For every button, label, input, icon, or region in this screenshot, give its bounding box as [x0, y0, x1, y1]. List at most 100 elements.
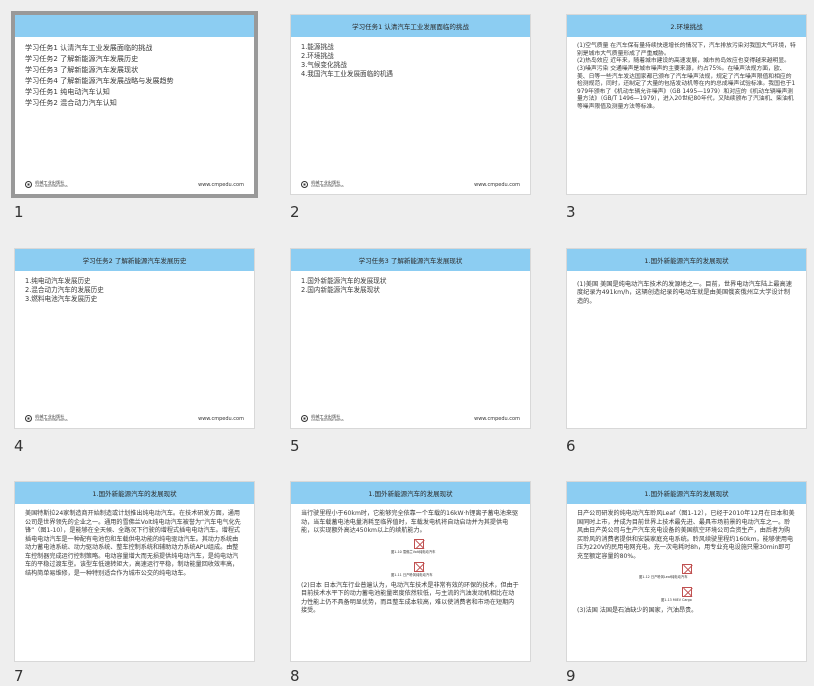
publisher-url: www.cmpedu.com — [474, 182, 520, 188]
figure-caption: 图1-11 日产聆风纯电动汽车 — [391, 572, 433, 577]
slide-8[interactable]: 1.国外新能源汽车的发展现状 当行驶里程小于60km时，它能够完全依靠一个车载的… — [290, 481, 531, 662]
figure-group: 图1-13 MIEV Cargo — [577, 587, 796, 605]
publisher-logo-icon — [301, 181, 308, 188]
slide-title: 学习任务1 认清汽车工业发展面临的挑战 — [352, 23, 469, 31]
figure-caption: 图1-12 日产聆风Leaf纯电动汽车 — [639, 575, 688, 580]
list-item: 2.混合动力汽车的发展历史 — [25, 285, 104, 294]
figure-caption: 图1-10 雪佛兰Volt纯电动汽车 — [391, 549, 436, 554]
list-item: 1.国外新能源汽车的发展现状 — [301, 277, 387, 285]
paragraph: (3)噪声污染 交通噪声是城市噪声的主要来源，约占75%。在噪声法规方面，欧、美… — [577, 65, 796, 111]
paragraph: 日产公司研发的纯电动汽车聆风Leaf（图1-12），已经于2010年12月在日本… — [577, 510, 795, 560]
slide-7[interactable]: 1.国外新能源汽车的发展现状 美国特斯拉24家制造商开始制造或计划推出纯电动汽车… — [14, 481, 255, 662]
slide-body: 美国特斯拉24家制造商开始制造或计划推出纯电动汽车。在技术研发方面，通用公司是世… — [15, 504, 254, 584]
list-item: 4.我国汽车工业发展面临的机遇 — [301, 69, 394, 78]
slide-title: 学习任务3 了解新能源汽车发展现状 — [358, 257, 463, 265]
slide-thumbnail-8[interactable]: 1.国外新能源汽车的发展现状 当行驶里程小于60km时，它能够完全依靠一个车载的… — [290, 481, 531, 685]
publisher-logo-icon — [301, 415, 308, 422]
slide-title: 2.环境挑战 — [670, 23, 703, 31]
slide-title: 学习任务2 了解新能源汽车发展历史 — [82, 257, 187, 265]
slide-body: (1)空气质量 在汽车保有量持续快速增长的情况下，汽车排放污染对我国大气环境，特… — [567, 37, 806, 118]
slide-thumbnail-3[interactable]: 2.环境挑战 (1)空气质量 在汽车保有量持续快速增长的情况下，汽车排放污染对我… — [566, 14, 807, 221]
slide-body: 学习任务1 认清汽车工业发展面临的挑战 学习任务2 了解新能源汽车发展历史 学习… — [15, 37, 254, 115]
publisher-logo-icon — [25, 415, 32, 422]
slide-5[interactable]: 学习任务3 了解新能源汽车发展现状 1.国外新能源汽车的发展现状 2.国内新能源… — [290, 248, 531, 429]
slide-thumbnail-1[interactable]: 学习任务1 认清汽车工业发展面临的挑战 学习任务2 了解新能源汽车发展历史 学习… — [11, 11, 258, 221]
figure-caption: 图1-13 MIEV Cargo — [661, 598, 692, 603]
slide-header: 1.国外新能源汽车的发展现状 — [15, 482, 254, 504]
slide-1[interactable]: 学习任务1 认清汽车工业发展面临的挑战 学习任务2 了解新能源汽车发展历史 学习… — [11, 11, 258, 198]
publisher-name-en: CHINA MACHINE PRESS — [35, 184, 68, 189]
slide-number: 9 — [566, 667, 576, 685]
figure-group: 图1-12 日产聆风Leaf纯电动汽车 — [577, 564, 796, 584]
slide-title: 1.国外新能源汽车的发展现状 — [368, 490, 453, 498]
slide-thumbnail-4[interactable]: 学习任务2 了解新能源汽车发展历史 1.纯电动汽车发展历史 2.混合动力汽车的发… — [14, 248, 255, 455]
slide-body: 日产公司研发的纯电动汽车聆风Leaf（图1-12），已经于2010年12月在日本… — [567, 504, 806, 622]
slide-number: 8 — [290, 667, 300, 685]
slide-header: 1.国外新能源汽车的发展现状 — [567, 482, 806, 504]
list-item: 2.环境挑战 — [301, 51, 334, 60]
slide-body: 1.国外新能源汽车的发展现状 2.国内新能源汽车发展现状 — [291, 271, 530, 301]
slide-number: 2 — [290, 203, 300, 221]
toc-item: 学习任务4 了解新能源汽车发展战略与发展趋势 — [25, 75, 174, 85]
slide-thumbnail-2[interactable]: 学习任务1 认清汽车工业发展面临的挑战 1.能源挑战 2.环境挑战 3.气候变化… — [290, 14, 531, 221]
slide-header: 1.国外新能源汽车的发展现状 — [567, 249, 806, 271]
slide-body: 1.能源挑战 2.环境挑战 3.气候变化挑战 4.我国汽车工业发展面临的机遇 — [291, 37, 530, 85]
list-item: 1.能源挑战 — [301, 43, 334, 51]
paragraph: (3)法国 法国是石油缺少的国家，汽油昂贵。 — [577, 607, 698, 615]
slide-header: 1.国外新能源汽车的发展现状 — [291, 482, 530, 504]
slide-header: 2.环境挑战 — [567, 15, 806, 37]
toc-item: 学习任务2 混合动力汽车认知 — [25, 97, 117, 107]
slide-title: 1.国外新能源汽车的发展现状 — [644, 257, 729, 265]
publisher-name-en: CHINA MACHINE PRESS — [311, 184, 344, 189]
slide-number: 3 — [566, 203, 576, 221]
slide-header: 学习任务3 了解新能源汽车发展现状 — [291, 249, 530, 271]
slide-number: 4 — [14, 437, 24, 455]
slide-header — [15, 15, 254, 37]
publisher-url: www.cmpedu.com — [198, 416, 244, 422]
image-placeholder-icon — [682, 587, 692, 598]
publisher-name-en: CHINA MACHINE PRESS — [35, 418, 68, 423]
slide-thumbnail-6[interactable]: 1.国外新能源汽车的发展现状 (1)美国 美国是纯电动汽车技术的发源地之一。目前… — [566, 248, 807, 455]
slide-number: 7 — [14, 667, 24, 685]
paragraph: (1)空气质量 在汽车保有量持续快速增长的情况下，汽车排放污染对我国大气环境，特… — [577, 43, 796, 57]
slide-header: 学习任务2 了解新能源汽车发展历史 — [15, 249, 254, 271]
figure-group: 图1-11 日产聆风纯电动汽车 — [301, 561, 520, 580]
paragraph: (2)热岛效应 近年来，随着城市建设的高速发展，城市热岛效应也变得越来越明显。 — [577, 58, 790, 65]
slide-number: 5 — [290, 437, 300, 455]
publisher-name-en: CHINA MACHINE PRESS — [311, 418, 344, 423]
list-item: 1.纯电动汽车发展历史 — [25, 277, 91, 285]
publisher-logo-icon — [25, 181, 32, 188]
figure-group: 图1-10 雪佛兰Volt纯电动汽车 — [301, 538, 520, 559]
publisher-url: www.cmpedu.com — [474, 416, 520, 422]
publisher-url: www.cmpedu.com — [198, 182, 244, 188]
slide-thumbnail-9[interactable]: 1.国外新能源汽车的发展现状 日产公司研发的纯电动汽车聆风Leaf（图1-12）… — [566, 481, 807, 685]
image-placeholder-icon — [682, 564, 692, 575]
toc-item: 学习任务1 纯电动汽车认知 — [25, 86, 110, 96]
slide-footer: 机械工业出版社 CHINA MACHINE PRESS www.cmpedu.co… — [15, 413, 254, 422]
image-placeholder-icon — [414, 561, 424, 572]
slide-4[interactable]: 学习任务2 了解新能源汽车发展历史 1.纯电动汽车发展历史 2.混合动力汽车的发… — [14, 248, 255, 429]
toc-item: 学习任务2 了解新能源汽车发展历史 — [25, 53, 139, 63]
slide-footer: 机械工业出版社 CHINA MACHINE PRESS www.cmpedu.co… — [291, 179, 530, 188]
slide-thumbnail-5[interactable]: 学习任务3 了解新能源汽车发展现状 1.国外新能源汽车的发展现状 2.国内新能源… — [290, 248, 531, 455]
list-item: 3.燃料电池汽车发展历史 — [25, 294, 98, 303]
publisher-logo: 机械工业出版社 CHINA MACHINE PRESS — [25, 180, 68, 189]
slide-thumbnail-7[interactable]: 1.国外新能源汽车的发展现状 美国特斯拉24家制造商开始制造或计划推出纯电动汽车… — [14, 481, 255, 685]
publisher-logo: 机械工业出版社 CHINA MACHINE PRESS — [301, 414, 344, 423]
image-placeholder-icon — [414, 538, 424, 549]
paragraph: 美国特斯拉24家制造商开始制造或计划推出纯电动汽车。在技术研发方面，通用公司是世… — [25, 510, 241, 577]
slide-header: 学习任务1 认清汽车工业发展面临的挑战 — [291, 15, 530, 37]
toc-item: 学习任务3 了解新能源汽车发展现状 — [25, 64, 139, 74]
publisher-logo: 机械工业出版社 CHINA MACHINE PRESS — [301, 180, 344, 189]
slide-title: 1.国外新能源汽车的发展现状 — [644, 490, 729, 498]
slide-9[interactable]: 1.国外新能源汽车的发展现状 日产公司研发的纯电动汽车聆风Leaf（图1-12）… — [566, 481, 807, 662]
list-item: 3.气候变化挑战 — [301, 60, 347, 69]
slide-body: 1.纯电动汽车发展历史 2.混合动力汽车的发展历史 3.燃料电池汽车发展历史 — [15, 271, 254, 310]
slide-2[interactable]: 学习任务1 认清汽车工业发展面临的挑战 1.能源挑战 2.环境挑战 3.气候变化… — [290, 14, 531, 195]
slide-3[interactable]: 2.环境挑战 (1)空气质量 在汽车保有量持续快速增长的情况下，汽车排放污染对我… — [566, 14, 807, 195]
paragraph: (2)日本 日本汽车行业普遍认为，电动汽车技术是非常有效的环保的技术，但由于目前… — [301, 581, 519, 615]
publisher-logo: 机械工业出版社 CHINA MACHINE PRESS — [25, 414, 68, 423]
slide-6[interactable]: 1.国外新能源汽车的发展现状 (1)美国 美国是纯电动汽车技术的发源地之一。目前… — [566, 248, 807, 429]
paragraph: (1)美国 美国是纯电动汽车技术的发源地之一。目前，世界电动汽车陆上最高速度纪录… — [577, 281, 792, 305]
slide-body: (1)美国 美国是纯电动汽车技术的发源地之一。目前，世界电动汽车陆上最高速度纪录… — [567, 271, 806, 312]
